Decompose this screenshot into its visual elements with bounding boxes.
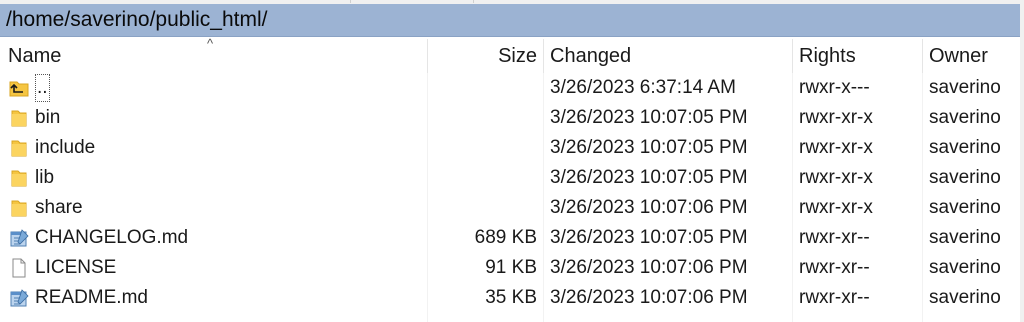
file-owner: saverino [929,167,1001,188]
file-changed: 3/26/2023 10:07:05 PM [550,227,748,248]
blank-file-icon [8,258,30,278]
column-divider[interactable] [427,39,428,73]
file-rights: rwxr-x--- [799,77,870,98]
file-row-share[interactable]: share 3/26/2023 10:07:06 PM rwxr-xr-x sa… [0,193,1020,223]
file-changed: 3/26/2023 10:07:05 PM [550,137,748,158]
file-rights: rwxr-xr-x [799,137,873,158]
file-rights: rwxr-xr-x [799,107,873,128]
column-owner-header[interactable]: Owner [929,37,988,73]
file-name: .. [35,74,50,102]
folder-icon [8,108,30,128]
file-row-license[interactable]: LICENSE 91 KB 3/26/2023 10:07:06 PM rwxr… [0,253,1020,283]
file-changed: 3/26/2023 6:37:14 AM [550,77,736,98]
file-changed: 3/26/2023 10:07:05 PM [550,107,748,128]
notepad-file-icon [8,228,30,248]
folder-icon [8,198,30,218]
column-changed-header[interactable]: Changed [550,37,631,73]
column-header: ^ Name Size Changed Rights Owner [0,37,1020,73]
column-divider[interactable] [543,39,544,73]
folder-icon [8,168,30,188]
file-owner: saverino [929,227,1001,248]
file-name: share [35,197,83,218]
file-changed: 3/26/2023 10:07:06 PM [550,197,748,218]
file-size: 35 KB [485,287,537,308]
file-row-bin[interactable]: bin 3/26/2023 10:07:05 PM rwxr-xr-x save… [0,103,1020,133]
notepad-file-icon [8,288,30,308]
file-name: README.md [35,287,148,308]
file-row-readme[interactable]: README.md 35 KB 3/26/2023 10:07:06 PM rw… [0,283,1020,313]
column-size-header[interactable]: Size [498,37,537,73]
file-rights: rwxr-xr-x [799,197,873,218]
tab-edge [350,0,474,3]
file-rights: rwxr-xr-x [799,167,873,188]
file-owner: saverino [929,107,1001,128]
column-divider[interactable] [792,39,793,73]
file-rights: rwxr-xr-- [799,227,870,248]
sort-ascending-icon: ^ [207,36,214,51]
file-list: .. 3/26/2023 6:37:14 AM rwxr-x--- saveri… [0,73,1020,313]
file-row-lib[interactable]: lib 3/26/2023 10:07:05 PM rwxr-xr-x save… [0,163,1020,193]
file-row-changelog[interactable]: CHANGELOG.md 689 KB 3/26/2023 10:07:05 P… [0,223,1020,253]
file-size: 689 KB [474,227,537,248]
folder-icon [8,138,30,158]
window-edge [1020,0,1024,322]
file-owner: saverino [929,197,1001,218]
file-changed: 3/26/2023 10:07:05 PM [550,167,748,188]
file-row-include[interactable]: include 3/26/2023 10:07:05 PM rwxr-xr-x … [0,133,1020,163]
file-name: LICENSE [35,257,117,278]
file-rights: rwxr-xr-- [799,287,870,308]
column-name-header[interactable]: Name [8,37,61,73]
file-name: include [35,137,96,158]
file-owner: saverino [929,77,1001,98]
column-divider[interactable] [922,39,923,73]
file-name: CHANGELOG.md [35,227,189,248]
file-owner: saverino [929,137,1001,158]
current-path: /home/saverino/public_html/ [6,8,268,31]
file-name: bin [35,107,61,128]
parent-folder-icon [8,78,30,98]
file-rights: rwxr-xr-- [799,257,870,278]
column-rights-header[interactable]: Rights [799,37,856,73]
file-owner: saverino [929,257,1001,278]
file-row-parent[interactable]: .. 3/26/2023 6:37:14 AM rwxr-x--- saveri… [0,73,1020,103]
path-bar[interactable]: /home/saverino/public_html/ [0,4,1020,37]
file-size: 91 KB [485,257,537,278]
file-changed: 3/26/2023 10:07:06 PM [550,287,748,308]
file-name: lib [35,167,55,188]
file-changed: 3/26/2023 10:07:06 PM [550,257,748,278]
file-owner: saverino [929,287,1001,308]
